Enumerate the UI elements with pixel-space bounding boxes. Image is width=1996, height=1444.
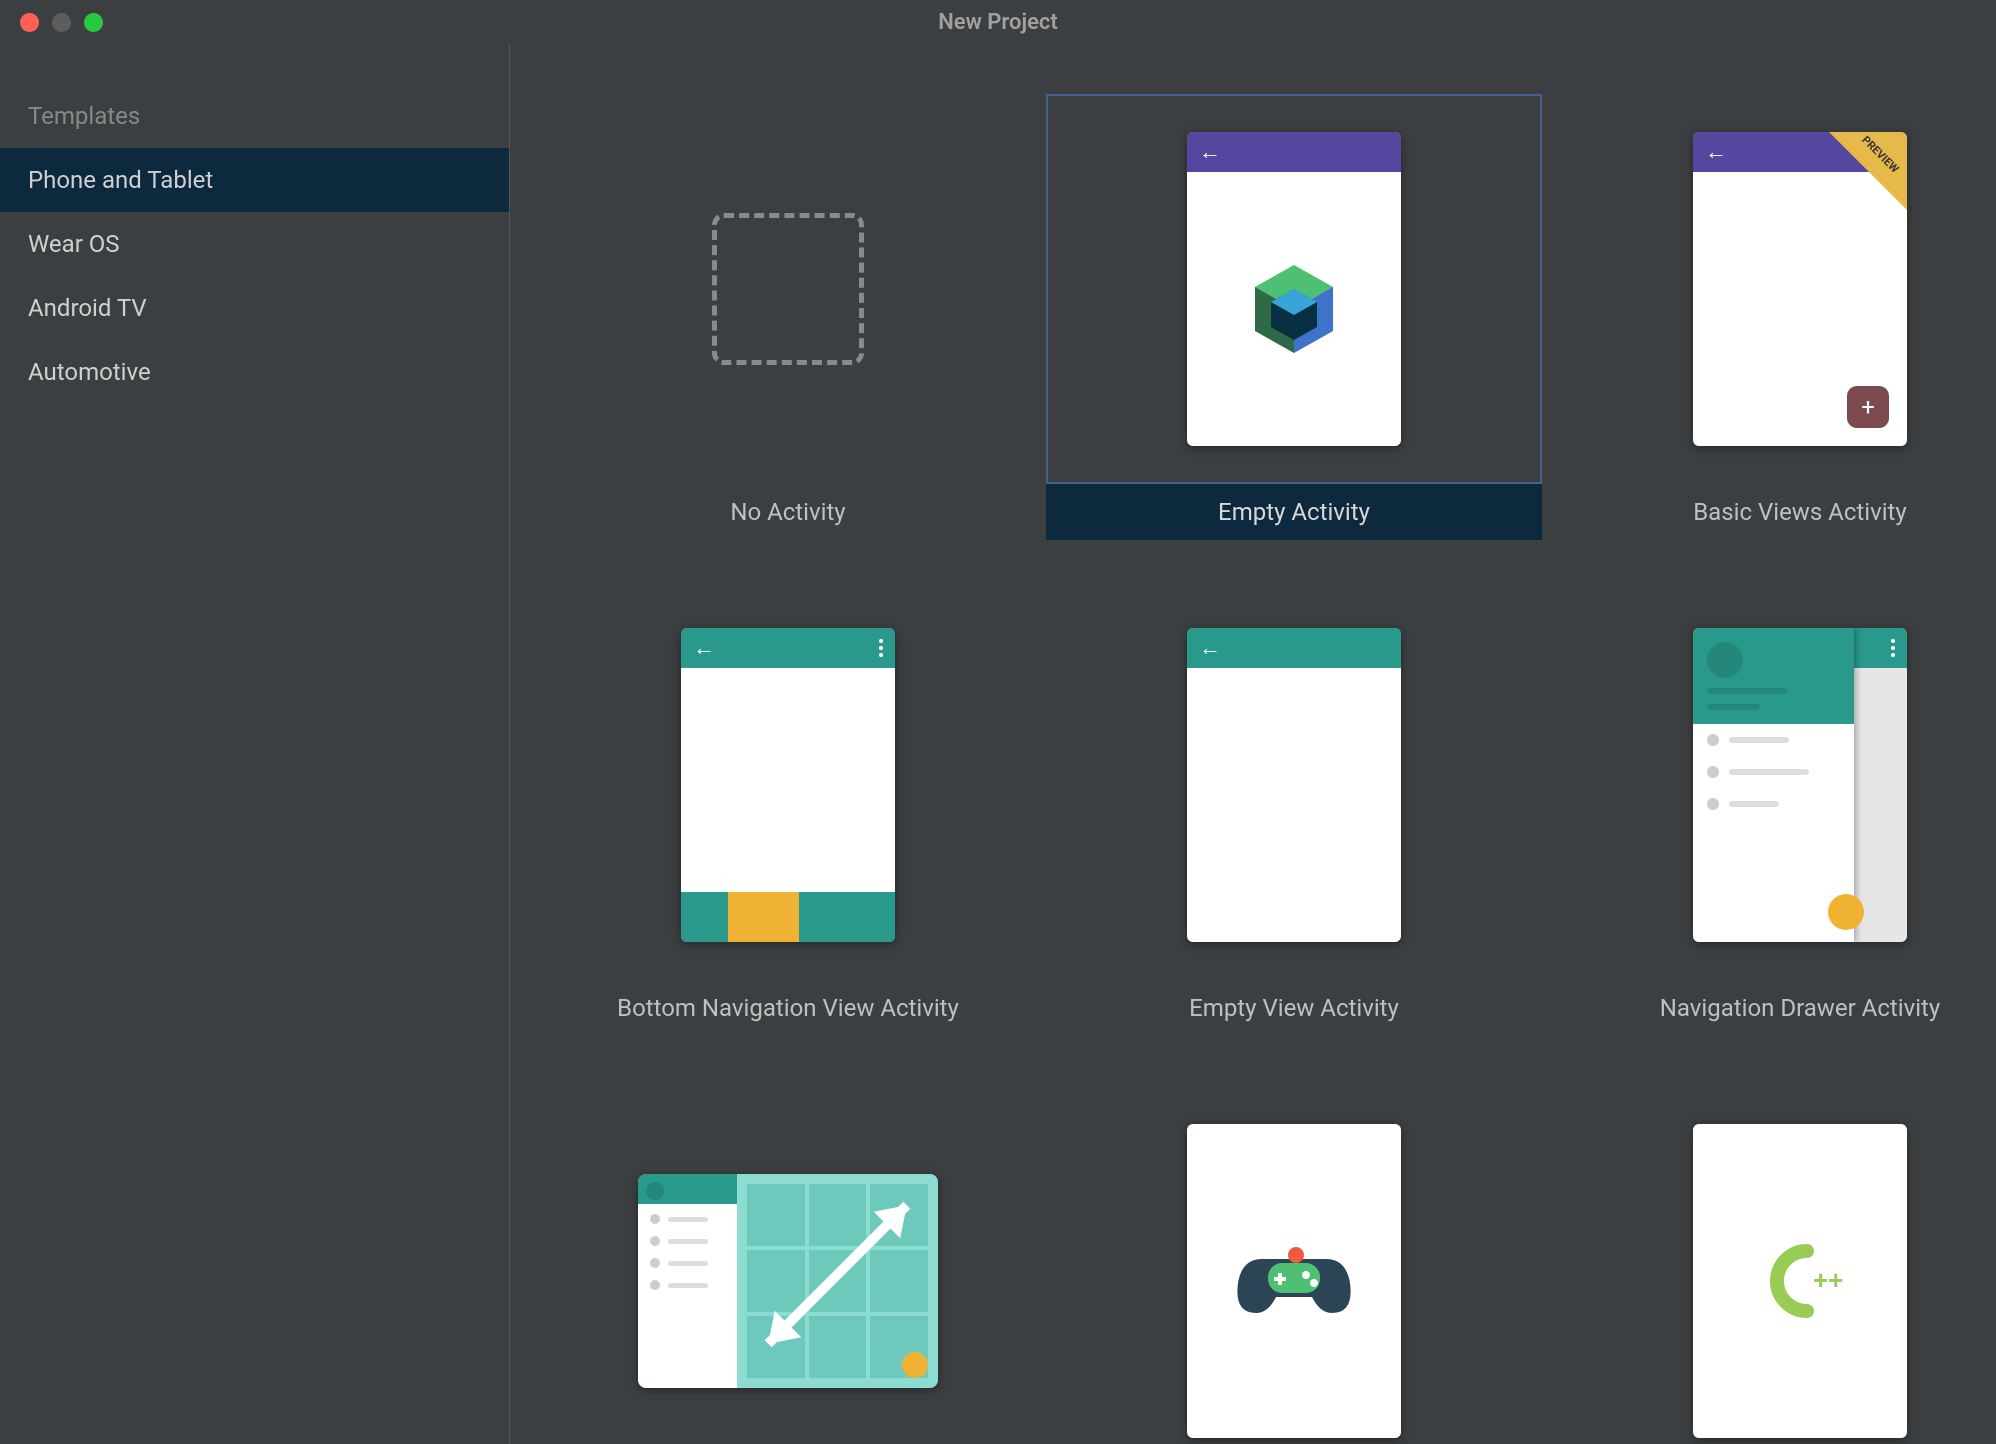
template-bottom-nav[interactable]: ← Bottom Navigation View Activity xyxy=(540,590,1036,1036)
resize-arrow-icon xyxy=(755,1192,920,1357)
back-arrow-icon: ← xyxy=(693,635,715,661)
compose-logo-icon xyxy=(1187,172,1401,446)
phone-mock xyxy=(1693,628,1907,942)
template-responsive[interactable]: Responsive Activity xyxy=(540,1086,1036,1444)
thumbnail xyxy=(540,1086,1036,1444)
template-label: Empty View Activity xyxy=(1046,980,1542,1036)
sidebar-header: Templates xyxy=(0,84,509,148)
sidebar-item-label: Wear OS xyxy=(28,230,120,258)
thumbnail: ← xyxy=(540,590,1036,980)
nav-drawer xyxy=(1693,628,1854,942)
template-native-cpp[interactable]: ++ Native C++ xyxy=(1552,1086,1996,1444)
dashed-square-icon xyxy=(712,213,864,365)
thumbnail: ← xyxy=(1046,590,1542,980)
phone-mock: ← xyxy=(1187,132,1401,446)
thumbnail xyxy=(1046,1086,1542,1444)
drawer-item xyxy=(1693,724,1854,756)
side-panel xyxy=(638,1174,737,1388)
fab-icon xyxy=(1828,894,1864,930)
content-grid xyxy=(737,1174,938,1388)
phone-mock: ← PREVIEW + xyxy=(1693,132,1907,446)
content: No Activity ← xyxy=(510,44,1996,1444)
template-label: Bottom Navigation View Activity xyxy=(540,980,1036,1036)
template-label: Basic Views Activity xyxy=(1552,484,1996,540)
template-label: No Activity xyxy=(540,484,1036,540)
back-arrow-icon: ← xyxy=(1705,139,1727,165)
thumbnail xyxy=(1552,590,1996,980)
back-arrow-icon: ← xyxy=(1199,635,1221,661)
back-arrow-icon: ← xyxy=(1199,139,1221,165)
template-empty-view[interactable]: ← Empty View Activity xyxy=(1046,590,1542,1036)
phone-mock: ← xyxy=(681,628,895,942)
sidebar-item-phone-tablet[interactable]: Phone and Tablet xyxy=(0,148,509,212)
fab-icon xyxy=(902,1352,928,1378)
minimize-window-button[interactable] xyxy=(52,13,71,32)
maximize-window-button[interactable] xyxy=(84,13,103,32)
sidebar-item-label: Android TV xyxy=(28,294,147,322)
overflow-menu-icon xyxy=(879,639,883,657)
gamepad-icon xyxy=(1187,1124,1401,1438)
template-label: Empty Activity xyxy=(1046,484,1542,540)
phone-mock: ← xyxy=(1187,628,1401,942)
sidebar-item-label: Phone and Tablet xyxy=(28,166,213,194)
traffic-lights xyxy=(0,13,103,32)
template-no-activity[interactable]: No Activity xyxy=(540,94,1036,540)
fab-add-icon: + xyxy=(1847,386,1889,428)
close-window-button[interactable] xyxy=(20,13,39,32)
template-nav-drawer[interactable]: Navigation Drawer Activity xyxy=(1552,590,1996,1036)
sidebar: Templates Phone and Tablet Wear OS Andro… xyxy=(0,44,510,1444)
appbar: ← xyxy=(1187,628,1401,668)
drawer-item xyxy=(1693,756,1854,788)
drawer-header xyxy=(1693,628,1854,724)
template-game-cpp[interactable]: Game Activity (C++) xyxy=(1046,1086,1542,1444)
appbar: ← xyxy=(1187,132,1401,172)
phone-mock: ++ xyxy=(1693,1124,1907,1438)
template-grid: No Activity ← xyxy=(540,94,1966,1444)
bottom-nav-bar xyxy=(681,892,895,942)
sidebar-item-label: Automotive xyxy=(28,358,151,386)
main: Templates Phone and Tablet Wear OS Andro… xyxy=(0,44,1996,1444)
sidebar-item-automotive[interactable]: Automotive xyxy=(0,340,509,404)
thumbnail: ← xyxy=(1046,94,1542,484)
sidebar-item-wear-os[interactable]: Wear OS xyxy=(0,212,509,276)
svg-text:++: ++ xyxy=(1813,1265,1843,1295)
tablet-mock xyxy=(638,1174,938,1388)
titlebar: New Project xyxy=(0,0,1996,44)
window-title: New Project xyxy=(938,10,1058,35)
cpp-logo-icon: ++ xyxy=(1693,1124,1907,1438)
thumbnail: ++ xyxy=(1552,1086,1996,1444)
overflow-menu-icon xyxy=(1891,639,1895,657)
drawer-item xyxy=(1693,788,1854,820)
template-empty-activity[interactable]: ← xyxy=(1046,94,1542,540)
thumbnail: ← PREVIEW + xyxy=(1552,94,1996,484)
phone-mock xyxy=(1187,1124,1401,1438)
appbar: ← xyxy=(681,628,895,668)
sidebar-item-android-tv[interactable]: Android TV xyxy=(0,276,509,340)
template-basic-views[interactable]: ← PREVIEW + Basic Views Activity xyxy=(1552,94,1996,540)
template-label: Navigation Drawer Activity xyxy=(1552,980,1996,1036)
thumbnail xyxy=(540,94,1036,484)
